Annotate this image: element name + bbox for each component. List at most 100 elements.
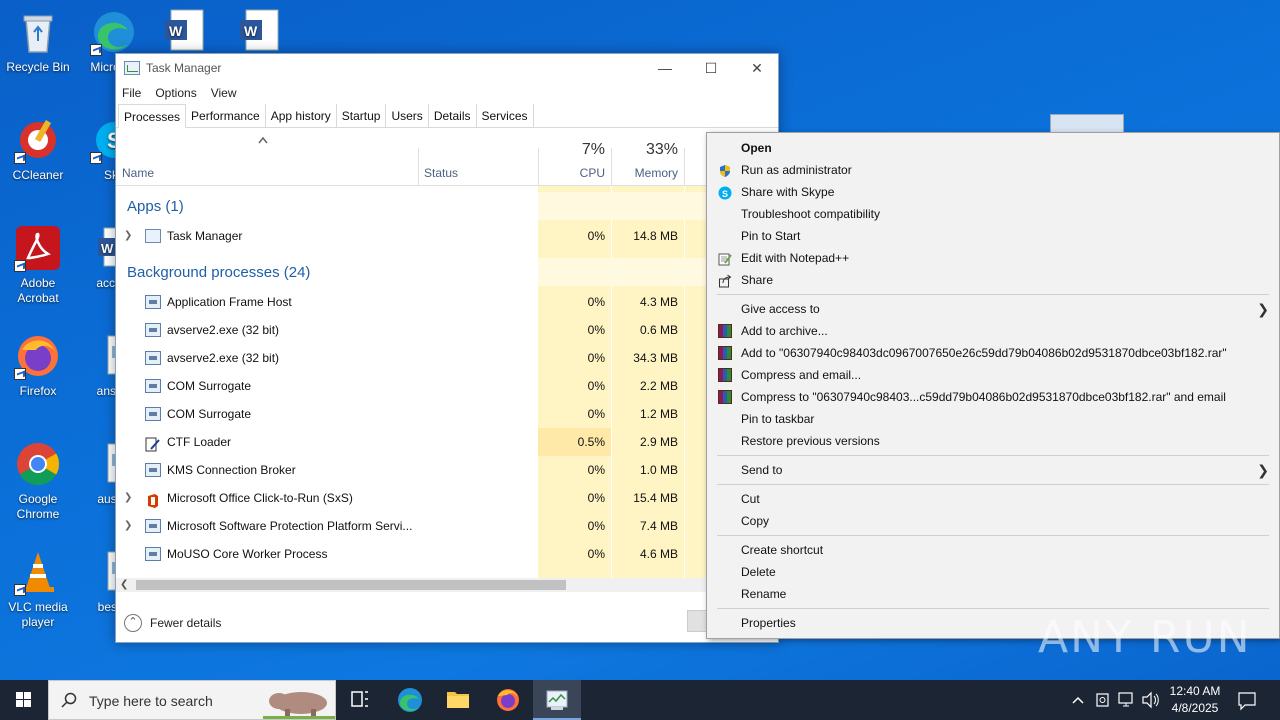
desktop-icon-ccleaner[interactable]: CCleaner bbox=[0, 116, 76, 183]
taskbar-file-explorer[interactable] bbox=[434, 680, 482, 720]
close-button[interactable]: ✕ bbox=[734, 54, 780, 82]
horizontal-scrollbar[interactable]: ❮ bbox=[116, 578, 778, 592]
menu-item-add-to-archive[interactable]: Add to archive... bbox=[707, 320, 1279, 342]
tab-performance[interactable]: Performance bbox=[186, 104, 266, 128]
app-window-icon bbox=[145, 351, 161, 365]
tray-device-icon[interactable] bbox=[1094, 680, 1112, 720]
desktop-icon-firefox[interactable]: Firefox bbox=[0, 332, 76, 399]
menu-item-copy[interactable]: Copy bbox=[707, 510, 1279, 532]
column-name[interactable]: Name bbox=[122, 166, 154, 180]
scrollbar-thumb[interactable] bbox=[136, 580, 566, 590]
menu-item-create-shortcut[interactable]: Create shortcut bbox=[707, 539, 1279, 561]
chevron-right-icon[interactable]: ❯ bbox=[124, 512, 132, 540]
table-row[interactable]: ❯ Task Manager 0% 14.8 MB bbox=[116, 222, 778, 250]
menu-bar: File Options View bbox=[116, 82, 778, 104]
menu-item-add-to-rar[interactable]: Add to "06307940c98403dc0967007650e26c59… bbox=[707, 342, 1279, 364]
table-row[interactable]: COM Surrogate 0% 1.2 MB bbox=[116, 400, 778, 428]
column-status[interactable]: Status bbox=[424, 166, 458, 180]
task-view-button[interactable] bbox=[336, 680, 384, 720]
process-cpu: 0% bbox=[587, 463, 605, 477]
tray-volume[interactable] bbox=[1141, 680, 1161, 720]
menu-item-pin-to-start[interactable]: Pin to Start bbox=[707, 225, 1279, 247]
tab-app-history[interactable]: App history bbox=[266, 104, 337, 128]
tab-services[interactable]: Services bbox=[477, 104, 534, 128]
search-box[interactable]: Type here to search bbox=[48, 680, 336, 720]
desktop-icon-vlc[interactable]: VLC media player bbox=[0, 548, 76, 630]
group-background-processes[interactable]: Background processes (24) bbox=[127, 264, 310, 281]
show-hidden-icons[interactable] bbox=[1070, 680, 1086, 720]
taskbar-firefox[interactable] bbox=[484, 680, 532, 720]
menu-item-edit-with-notepad-plus-plus[interactable]: Edit with Notepad++ bbox=[707, 247, 1279, 269]
process-memory: 34.3 MB bbox=[633, 351, 678, 365]
desktop-icon-google-chrome[interactable]: Google Chrome bbox=[0, 440, 76, 522]
desktop-icon-recycle-bin[interactable]: Recycle Bin bbox=[0, 8, 76, 75]
taskbar-task-manager[interactable] bbox=[533, 680, 581, 720]
process-cpu: 0% bbox=[587, 491, 605, 505]
table-row[interactable]: CTF Loader 0.5% 2.9 MB bbox=[116, 428, 778, 456]
column-memory[interactable]: 33% Memory bbox=[611, 128, 684, 186]
process-cpu: 0% bbox=[587, 351, 605, 365]
edge-icon bbox=[398, 688, 422, 712]
system-clock[interactable]: 12:40 AM 4/8/2025 bbox=[1162, 683, 1228, 717]
chevron-right-icon[interactable]: ❯ bbox=[124, 222, 132, 250]
table-row[interactable]: ❯ Microsoft Software Protection Platform… bbox=[116, 512, 778, 540]
process-name: avserve2.exe (32 bit) bbox=[167, 323, 280, 337]
cpu-total: 7% bbox=[581, 141, 605, 158]
menu-item-pin-to-taskbar[interactable]: Pin to taskbar bbox=[707, 408, 1279, 430]
tab-processes[interactable]: Processes bbox=[118, 104, 187, 128]
table-row[interactable]: avserve2.exe (32 bit) 0% 0.6 MB bbox=[116, 316, 778, 344]
process-cpu: 0% bbox=[587, 323, 605, 337]
tab-bar: Processes Performance App history Startu… bbox=[116, 104, 778, 128]
scroll-left-icon[interactable]: ❮ bbox=[120, 578, 128, 592]
menu-item-send-to[interactable]: Send to ❯ bbox=[707, 459, 1279, 481]
table-row[interactable]: KMS Connection Broker 0% 1.0 MB bbox=[116, 456, 778, 484]
desktop-icon-adobe-acrobat[interactable]: Adobe Acrobat bbox=[0, 224, 76, 306]
column-cpu[interactable]: 7% CPU bbox=[538, 128, 611, 186]
group-apps[interactable]: Apps (1) bbox=[127, 198, 184, 215]
menu-item-delete[interactable]: Delete bbox=[707, 561, 1279, 583]
table-row[interactable]: avserve2.exe (32 bit) 0% 34.3 MB bbox=[116, 344, 778, 372]
menu-options[interactable]: Options bbox=[155, 86, 196, 100]
menu-item-run-as-administrator[interactable]: Run as administrator bbox=[707, 159, 1279, 181]
table-row[interactable]: ❯ Microsoft Office Click-to-Run (SxS) 0%… bbox=[116, 484, 778, 512]
fewer-details-button[interactable]: ⌃ Fewer details bbox=[124, 614, 221, 632]
tab-details[interactable]: Details bbox=[429, 104, 477, 128]
notification-icon bbox=[1238, 692, 1256, 711]
tab-users[interactable]: Users bbox=[386, 104, 429, 128]
maximize-button[interactable]: ☐ bbox=[688, 54, 734, 82]
menu-item-open[interactable]: Open bbox=[707, 137, 1279, 159]
menu-separator bbox=[717, 535, 1269, 536]
start-button[interactable] bbox=[0, 680, 48, 720]
chevron-right-icon[interactable]: ❯ bbox=[124, 484, 132, 512]
action-center-button[interactable] bbox=[1236, 680, 1258, 720]
menu-item-compress-to-rar-and-email[interactable]: Compress to "06307940c98403...c59dd79b04… bbox=[707, 386, 1279, 408]
search-placeholder: Type here to search bbox=[89, 693, 213, 709]
cpu-label: CPU bbox=[579, 166, 605, 180]
menu-item-compress-and-email[interactable]: Compress and email... bbox=[707, 364, 1279, 386]
table-row[interactable]: MoUSO Core Worker Process 0% 4.6 MB bbox=[116, 540, 778, 568]
task-view-icon bbox=[351, 691, 368, 707]
tab-startup[interactable]: Startup bbox=[337, 104, 387, 128]
menu-item-cut[interactable]: Cut bbox=[707, 488, 1279, 510]
menu-view[interactable]: View bbox=[211, 86, 237, 100]
minimize-button[interactable]: — bbox=[642, 54, 688, 82]
table-row[interactable]: COM Surrogate 0% 2.2 MB bbox=[116, 372, 778, 400]
menu-item-troubleshoot-compatibility[interactable]: Troubleshoot compatibility bbox=[707, 203, 1279, 225]
menu-item-share[interactable]: Share bbox=[707, 269, 1279, 291]
menu-item-rename[interactable]: Rename bbox=[707, 583, 1279, 605]
window-title: Task Manager bbox=[146, 61, 222, 75]
shortcut-arrow-icon bbox=[90, 152, 102, 164]
taskbar-edge[interactable] bbox=[386, 680, 434, 720]
process-name: COM Surrogate bbox=[167, 379, 252, 393]
menu-item-restore-previous-versions[interactable]: Restore previous versions bbox=[707, 430, 1279, 452]
edge-icon bbox=[90, 8, 138, 56]
menu-file[interactable]: File bbox=[122, 86, 141, 100]
process-cpu: 0% bbox=[587, 379, 605, 393]
menu-item-give-access-to[interactable]: Give access to ❯ bbox=[707, 298, 1279, 320]
tray-network[interactable] bbox=[1117, 680, 1137, 720]
table-row[interactable]: Application Frame Host 0% 4.3 MB bbox=[116, 288, 778, 316]
menu-item-share-with-skype[interactable]: S Share with Skype bbox=[707, 181, 1279, 203]
app-window-icon bbox=[145, 379, 161, 393]
menu-item-label: Run as administrator bbox=[741, 163, 852, 177]
firefox-icon bbox=[497, 689, 519, 711]
